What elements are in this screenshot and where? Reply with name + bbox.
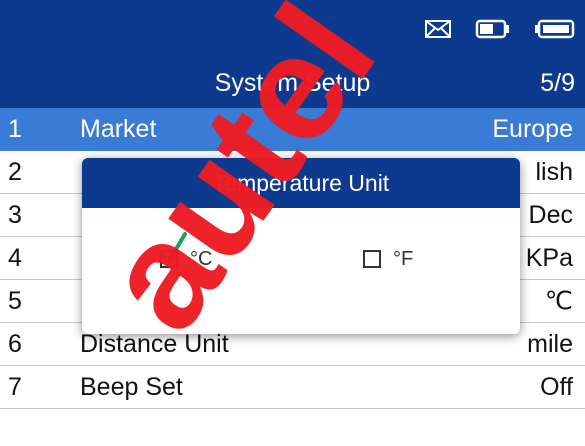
item-value: Off <box>540 373 573 401</box>
item-value: ℃ <box>544 287 573 315</box>
menu-item-market[interactable]: 1 Market Europe <box>0 108 585 151</box>
option-label: °F <box>393 248 414 270</box>
battery-level-icon <box>535 19 575 39</box>
item-value: Europe <box>492 115 573 143</box>
option-celsius[interactable]: °C <box>159 232 240 274</box>
page-title: System Setup <box>214 69 371 97</box>
header: System Setup 5/9 <box>0 58 585 108</box>
item-label: Market <box>80 115 157 143</box>
menu-item-beep-set[interactable]: 7 Beep Set Off <box>0 366 585 409</box>
item-value: lish <box>535 158 573 186</box>
item-label: Beep Set <box>80 373 183 401</box>
item-value: KPa <box>525 244 573 272</box>
dialog-title: Temperature Unit <box>82 158 520 208</box>
item-number: 2 <box>8 158 22 186</box>
item-number: 3 <box>8 201 22 229</box>
checkbox-unchecked[interactable] <box>363 250 381 268</box>
item-number: 5 <box>8 287 22 315</box>
battery-icon <box>475 19 509 39</box>
item-number: 6 <box>8 330 22 358</box>
item-number: 1 <box>8 115 22 143</box>
item-value: mile <box>527 330 573 358</box>
option-fahrenheit[interactable]: °F <box>363 244 443 274</box>
status-bar <box>0 0 585 58</box>
page-indicator: 5/9 <box>540 69 575 97</box>
screen: System Setup 5/9 1 Market Europe 2 lish … <box>0 0 585 446</box>
option-label: °C <box>190 248 213 270</box>
check-icon <box>159 232 187 263</box>
temperature-unit-dialog: Temperature Unit °C °F <box>82 158 520 334</box>
item-number: 7 <box>8 373 22 401</box>
mail-icon <box>425 20 451 38</box>
item-number: 4 <box>8 244 22 272</box>
item-value: Dec <box>528 201 573 229</box>
